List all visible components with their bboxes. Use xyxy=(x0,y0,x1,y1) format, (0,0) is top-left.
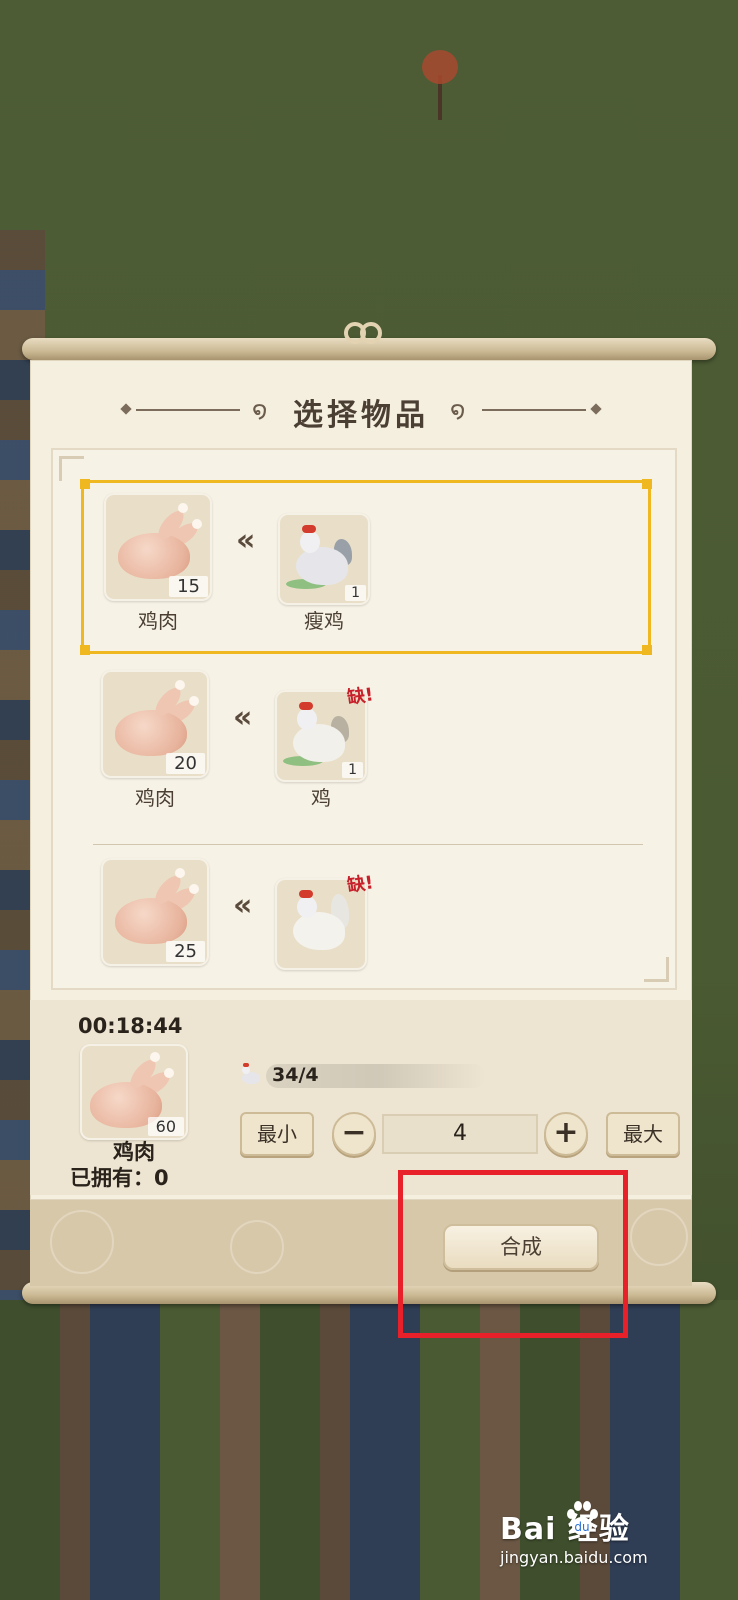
input-item-slot[interactable]: 1 xyxy=(278,513,370,605)
frame-corner-decoration xyxy=(644,957,669,982)
craft-output-slot: 60 xyxy=(80,1044,188,1140)
frame-corner-decoration xyxy=(59,456,84,481)
output-item-slot[interactable]: 15 xyxy=(104,493,212,601)
item-count: 15 xyxy=(169,576,208,597)
output-item-name: 鸡肉 xyxy=(135,786,175,810)
watermark-url: jingyan.baidu.com xyxy=(500,1548,648,1567)
item-count: 60 xyxy=(147,1117,184,1136)
input-item-name: 瘦鸡 xyxy=(304,609,344,633)
chevron-left-icon: « xyxy=(233,888,253,923)
selection-corner-pin xyxy=(642,645,652,655)
swirl-decoration xyxy=(230,1220,284,1274)
swirl-decoration xyxy=(630,1208,688,1266)
swirl-decoration xyxy=(50,1210,114,1274)
input-item-name: 鸡 xyxy=(311,786,331,810)
svg-text:du: du xyxy=(574,1520,589,1534)
select-item-dialog: ໑ 选择物品 ໑ 15 鸡肉 « 1 瘦鸡 20 鸡肉 « 1 缺! 鸡 25 … xyxy=(30,360,692,1200)
tree-decoration xyxy=(420,50,460,120)
title-line-right xyxy=(482,409,586,411)
item-count: 25 xyxy=(166,941,205,962)
item-count: 20 xyxy=(166,753,205,774)
quantity-field[interactable]: 4 xyxy=(382,1114,538,1154)
chicken-icon xyxy=(238,1062,264,1088)
requirement-row: 34/4 xyxy=(238,1062,508,1090)
max-button[interactable]: 最大 xyxy=(606,1112,680,1156)
recipe-divider xyxy=(93,844,643,845)
scroll-knot-decoration xyxy=(342,318,382,356)
lacking-badge: 缺! xyxy=(345,872,375,897)
output-item-name: 鸡肉 xyxy=(138,609,178,633)
paw-logo-icon: du xyxy=(567,1501,598,1535)
recipe-row[interactable]: 25 « 缺! xyxy=(81,848,645,988)
decrease-button[interactable]: − xyxy=(332,1112,376,1156)
output-item-slot[interactable]: 25 xyxy=(101,858,209,966)
recipe-list[interactable]: 15 鸡肉 « 1 瘦鸡 20 鸡肉 « 1 缺! 鸡 25 « 缺! xyxy=(51,448,677,990)
selection-corner-pin xyxy=(80,645,90,655)
requirement-text: 34/4 xyxy=(272,1064,319,1086)
dialog-title-row: ໑ 选择物品 ໑ xyxy=(30,390,692,433)
lacking-badge: 缺! xyxy=(345,684,375,709)
selection-corner-pin xyxy=(80,479,90,489)
craft-timer: 00:18:44 xyxy=(78,1014,183,1038)
item-count: 1 xyxy=(345,585,366,601)
craft-panel: 00:18:44 60 鸡肉 已拥有：0 34/4 最小 − 4 + 最大 xyxy=(30,1000,692,1195)
owned-count: 已拥有：0 xyxy=(70,1166,169,1190)
selection-corner-pin xyxy=(642,479,652,489)
increase-button[interactable]: + xyxy=(544,1112,588,1156)
recipe-row[interactable]: 20 鸡肉 « 1 缺! 鸡 xyxy=(81,660,645,828)
min-button[interactable]: 最小 xyxy=(240,1112,314,1156)
highlight-annotation-box xyxy=(398,1170,628,1338)
baidu-watermark: Bai 经验 du jingyan.baidu.com xyxy=(500,1501,710,1584)
title-swirl-right-icon: ໑ xyxy=(450,396,466,424)
output-item-slot[interactable]: 20 xyxy=(101,670,209,778)
recipe-row-selected[interactable]: 15 鸡肉 « 1 瘦鸡 xyxy=(80,479,652,655)
item-count: 1 xyxy=(342,762,363,778)
chevron-left-icon: « xyxy=(233,700,253,735)
chevron-left-icon: « xyxy=(236,523,256,558)
